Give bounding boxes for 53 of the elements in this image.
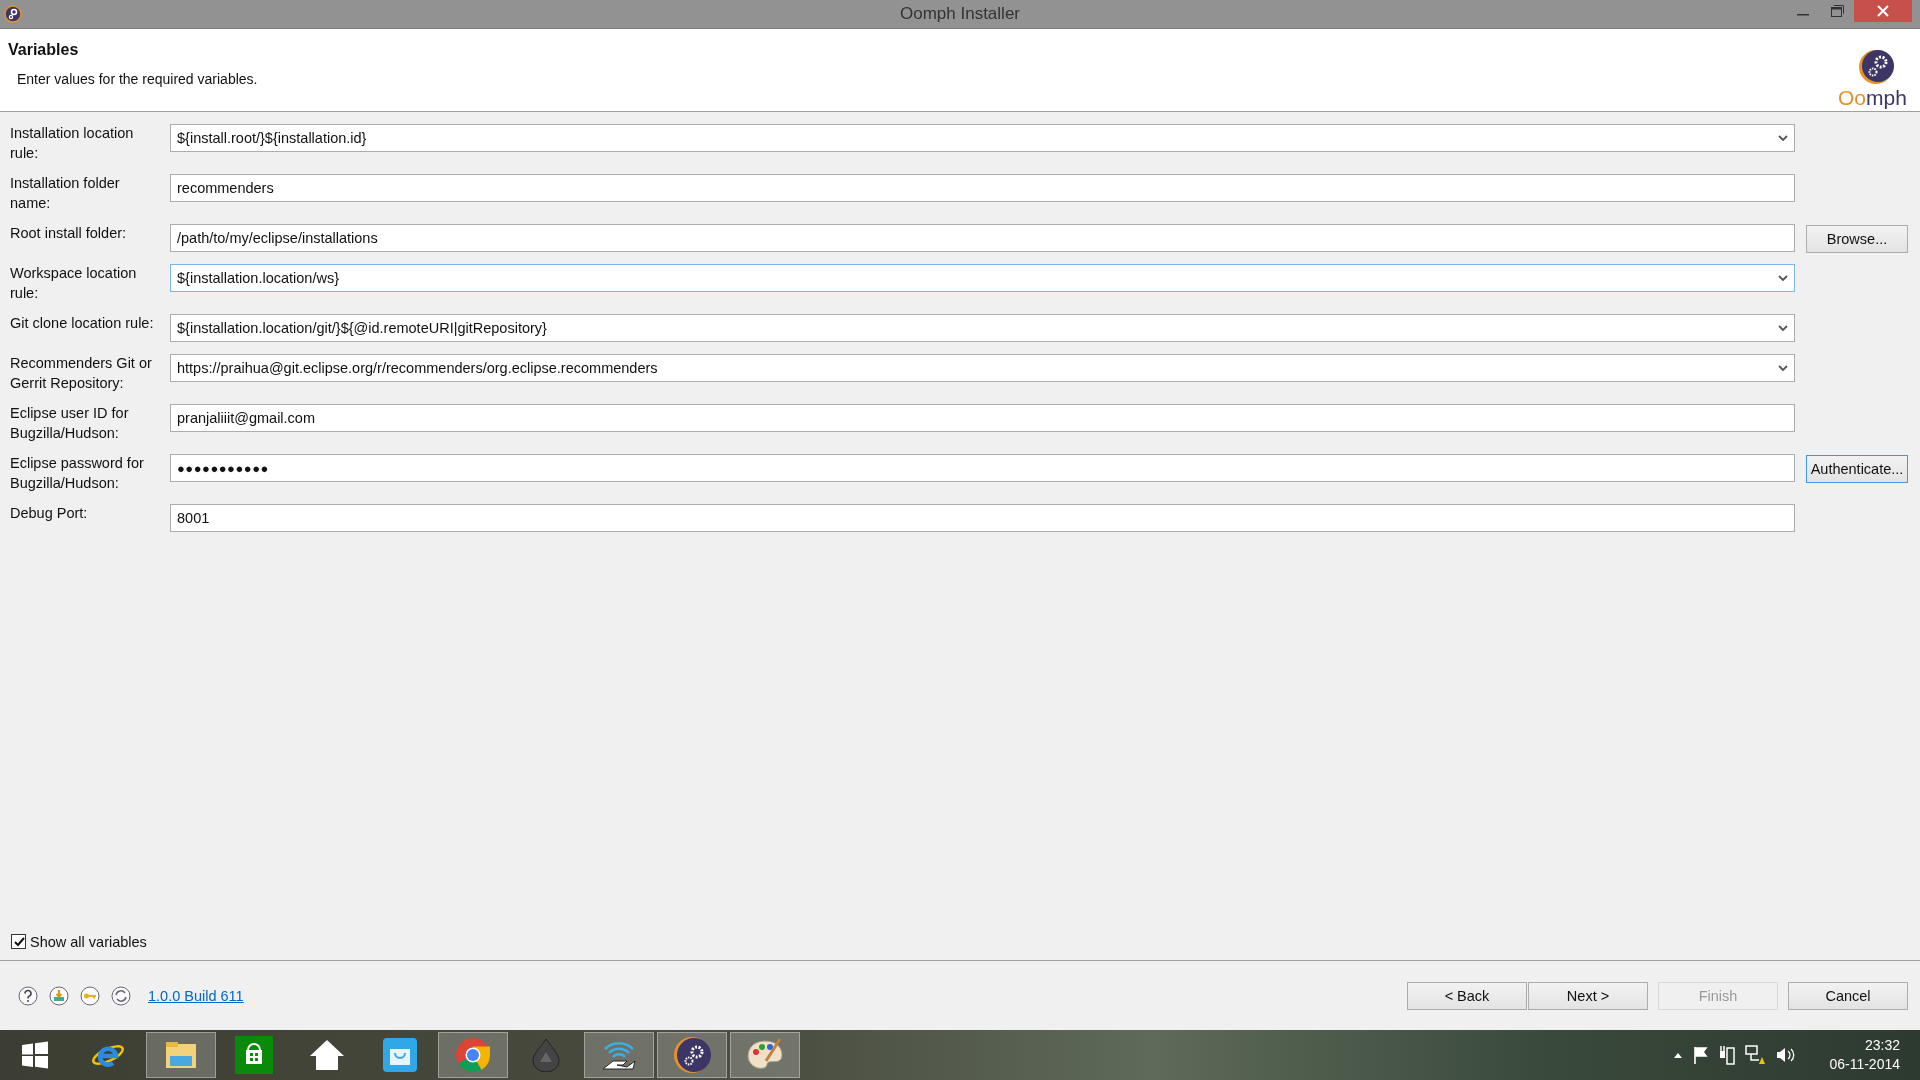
chevron-down-icon[interactable] bbox=[1778, 364, 1788, 372]
page-description: Enter values for the required variables. bbox=[16, 71, 258, 87]
version-link[interactable]: 1.0.0 Build 611 bbox=[148, 987, 244, 1004]
password-field[interactable]: ●●●●●●●●●●● bbox=[170, 454, 1795, 482]
battery-icon[interactable] bbox=[1719, 1045, 1736, 1065]
field-label: Debug Port: bbox=[10, 504, 89, 523]
input-field[interactable]: 8001 bbox=[170, 504, 1795, 532]
field-label: Git clone location rule: bbox=[10, 314, 155, 333]
window-title: Oomph Installer bbox=[899, 4, 1021, 24]
input-field[interactable]: recommenders bbox=[170, 174, 1795, 202]
refresh-icon[interactable] bbox=[111, 985, 131, 1006]
input-field[interactable]: /path/to/my/eclipse/installations bbox=[170, 224, 1795, 252]
download-icon[interactable] bbox=[49, 985, 69, 1006]
wifi-hand-icon[interactable] bbox=[584, 1032, 654, 1078]
flag-icon[interactable] bbox=[1693, 1046, 1710, 1064]
gears-logo-icon bbox=[4, 5, 22, 23]
chevron-down-icon[interactable] bbox=[1778, 274, 1788, 282]
dropdown-field[interactable]: ${installation.location/git/}${@id.remoteURI|gitRepository} bbox=[170, 314, 1795, 342]
chevron-down-icon[interactable] bbox=[1778, 134, 1788, 142]
field-label: Installation folder name: bbox=[10, 174, 121, 213]
next-button[interactable]: Next > bbox=[1528, 981, 1648, 1010]
help-icon[interactable] bbox=[18, 985, 38, 1006]
close-icon[interactable] bbox=[1877, 5, 1889, 17]
caret-up-icon[interactable] bbox=[1673, 1051, 1684, 1059]
back-button[interactable]: < Back bbox=[1407, 981, 1527, 1010]
paint-palette-icon[interactable] bbox=[730, 1032, 800, 1078]
dropdown-field[interactable]: ${install.root/}${installation.id} bbox=[170, 124, 1795, 152]
field-label: Root install folder: bbox=[10, 224, 128, 243]
authenticate-button[interactable]: Authenticate... bbox=[1806, 455, 1908, 483]
clock-date[interactable]: 06-11-2014 bbox=[1829, 1055, 1900, 1074]
restore-icon[interactable] bbox=[1830, 5, 1844, 17]
page-title: Variables bbox=[8, 41, 80, 59]
field-label: Installation location rule: bbox=[10, 124, 135, 163]
gears-logo-icon[interactable] bbox=[657, 1032, 727, 1078]
key-icon[interactable] bbox=[80, 985, 100, 1006]
folder-icon[interactable] bbox=[146, 1032, 216, 1078]
chevron-down-icon[interactable] bbox=[1778, 324, 1788, 332]
dropdown-field[interactable]: ${installation.location/ws} bbox=[170, 264, 1795, 292]
close-button[interactable] bbox=[1854, 0, 1912, 22]
dropdown-field[interactable]: https://praihua@git.eclipse.org/r/recommenders/org.eclipse.recommenders bbox=[170, 354, 1795, 382]
cancel-button[interactable]: Cancel bbox=[1788, 981, 1908, 1010]
speaker-icon[interactable] bbox=[1775, 1046, 1796, 1064]
network-warning-icon[interactable] bbox=[1745, 1045, 1766, 1065]
input-field[interactable]: pranjaliiit@gmail.com bbox=[170, 404, 1795, 432]
field-label: Workspace location rule: bbox=[10, 264, 138, 303]
oomph-logo: Oomph bbox=[1832, 47, 1912, 109]
browse-button[interactable]: Browse... bbox=[1806, 225, 1908, 253]
field-label: Recommenders Git or Gerrit Repository: bbox=[10, 354, 153, 393]
checkbox-label[interactable]: Show all variables bbox=[30, 933, 147, 950]
checkbox[interactable] bbox=[11, 934, 26, 949]
clock-time[interactable]: 23:32 bbox=[1864, 1036, 1900, 1055]
field-label: Eclipse password for Bugzilla/Hudson: bbox=[10, 454, 145, 493]
field-label: Eclipse user ID for Bugzilla/Hudson: bbox=[10, 404, 130, 443]
